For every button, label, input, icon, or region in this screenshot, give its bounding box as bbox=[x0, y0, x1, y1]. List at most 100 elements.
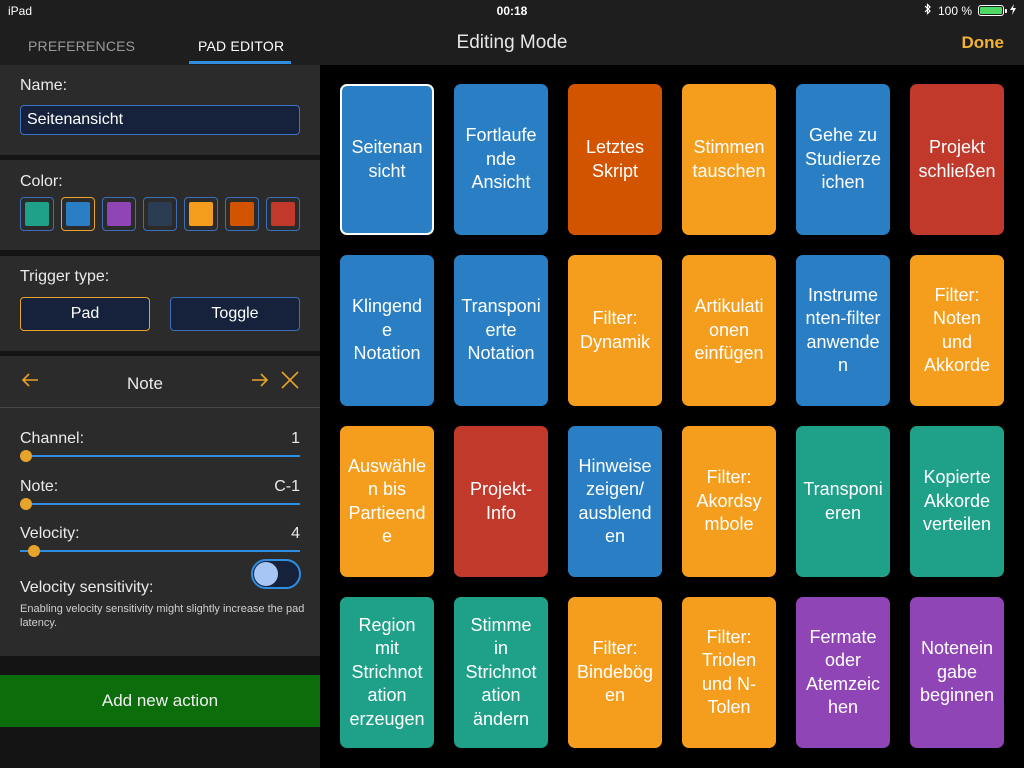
pad-label-line: Ansicht bbox=[471, 172, 531, 193]
color-swatch[interactable] bbox=[102, 197, 136, 231]
pad-button[interactable]: Fortlaufe nde Ansicht bbox=[454, 84, 548, 235]
pad-button[interactable]: Letztes Skript bbox=[568, 84, 662, 235]
pad-label: Gehe zu Studierze ichen bbox=[805, 124, 881, 195]
color-swatch[interactable] bbox=[225, 197, 259, 231]
pad-button[interactable]: Filter: Dynamik bbox=[568, 255, 662, 406]
pad-label-line: anwende bbox=[806, 331, 880, 352]
pad-label-line: n bis bbox=[367, 479, 406, 499]
trigger-toggle-button[interactable]: Toggle bbox=[170, 297, 300, 331]
pad-label-line: erte bbox=[485, 319, 517, 340]
note-label: Note: bbox=[20, 478, 59, 495]
pad-label-line: Filter: bbox=[934, 284, 980, 305]
pad-label-line: in bbox=[493, 638, 508, 659]
pad-label: Filter: Akordsy mbole bbox=[696, 466, 761, 537]
done-button[interactable]: Done bbox=[962, 33, 1005, 53]
note-knob[interactable] bbox=[20, 498, 32, 510]
pad-button[interactable]: Region mit Strichnot ation erzeugen bbox=[340, 597, 434, 748]
channel-value: 1 bbox=[291, 430, 300, 447]
name-section: Name: bbox=[0, 65, 320, 155]
pad-button[interactable]: Transponi eren bbox=[796, 426, 890, 577]
arrow-right-icon[interactable] bbox=[250, 370, 270, 396]
pad-label-line: Filter: bbox=[592, 638, 638, 659]
color-swatch-fill bbox=[189, 202, 213, 226]
page-title: Editing Mode bbox=[456, 32, 568, 53]
trigger-section: Trigger type: Pad Toggle bbox=[0, 256, 320, 351]
tab-pad-editor[interactable]: PAD EDITOR bbox=[198, 38, 284, 54]
pad-button[interactable]: Filter: Noten und Akkorde bbox=[910, 255, 1004, 406]
battery-icon bbox=[978, 5, 1007, 16]
pad-button[interactable]: Hinweise zeigen/ausblend en bbox=[568, 426, 662, 577]
pad-label-line: Notenein bbox=[920, 638, 994, 659]
pad-label-line: Info bbox=[485, 502, 516, 523]
pad-button[interactable]: Instrume nten-filter anwende n bbox=[796, 255, 890, 406]
pad-button[interactable]: Auswähle n bis Partieend e bbox=[340, 426, 434, 577]
color-swatch[interactable] bbox=[184, 197, 218, 231]
pad-button[interactable]: Filter: Akordsy mbole bbox=[682, 426, 776, 577]
pad-label-line: Projekt- bbox=[469, 479, 532, 499]
pad-label-line: Gehe zu bbox=[808, 125, 878, 146]
add-new-action-button[interactable]: Add new action bbox=[0, 675, 320, 727]
pad-label-line: Partieend bbox=[348, 502, 426, 523]
pad-label-line: nde bbox=[485, 148, 517, 169]
pad-label: Kopierte Akkorde verteilen bbox=[923, 466, 991, 537]
color-swatch[interactable] bbox=[61, 197, 95, 231]
color-section: Color: bbox=[0, 160, 320, 250]
pad-button[interactable]: Stimme in Strichnot ation ändern bbox=[454, 597, 548, 748]
pad-label: Instrume nten-filter anwende n bbox=[805, 284, 880, 378]
action-title: Note bbox=[127, 374, 163, 393]
color-swatch-fill bbox=[107, 202, 131, 226]
color-swatch-fill bbox=[271, 202, 295, 226]
pad-label: Filter: Dynamik bbox=[580, 307, 650, 354]
pad-button[interactable]: Transponi erte Notation bbox=[454, 255, 548, 406]
tab-preferences[interactable]: PREFERENCES bbox=[28, 38, 135, 54]
channel-track[interactable] bbox=[20, 455, 300, 457]
pad-label: Seitenan sicht bbox=[351, 136, 422, 183]
channel-knob[interactable] bbox=[20, 450, 32, 462]
pad-label: Filter: Bindebög en bbox=[577, 637, 653, 708]
velocity-knob[interactable] bbox=[28, 545, 41, 557]
pad-button[interactable]: Klingend e Notation bbox=[340, 255, 434, 406]
velocity-track[interactable] bbox=[20, 550, 300, 552]
navigation-bar: PREFERENCES PAD EDITOR Editing Mode Done bbox=[0, 20, 1024, 65]
color-swatch[interactable] bbox=[266, 197, 300, 231]
pad-label-line: Strichnot bbox=[351, 661, 423, 682]
pad-button[interactable]: Kopierte Akkorde verteilen bbox=[910, 426, 1004, 577]
pad-label-line: ändern bbox=[472, 708, 530, 729]
pad-button[interactable]: Projekt- Info bbox=[454, 426, 548, 577]
pad-button[interactable]: Fermate oder Atemzeic hen bbox=[796, 597, 890, 748]
pad-label: Fermate oder Atemzeic hen bbox=[806, 626, 880, 720]
trigger-pad-button[interactable]: Pad bbox=[20, 297, 150, 331]
pad-label: Projekt- Info bbox=[470, 478, 532, 525]
pad-button[interactable]: Stimmen tauschen bbox=[682, 84, 776, 235]
pad-label-line: Noten bbox=[932, 308, 982, 328]
pad-label-line: sicht bbox=[368, 160, 406, 181]
pad-label-line: schließen bbox=[918, 160, 996, 181]
pad-button[interactable]: Artikulati onen einfügen bbox=[682, 255, 776, 406]
pad-label-line: Transponi bbox=[803, 479, 883, 499]
note-track[interactable] bbox=[20, 503, 300, 505]
pad-button[interactable]: Filter: Bindebög en bbox=[568, 597, 662, 748]
color-swatch[interactable] bbox=[20, 197, 54, 231]
note-value: C-1 bbox=[274, 478, 300, 495]
velocity-sensitivity-toggle[interactable] bbox=[251, 559, 301, 589]
pad-label-line: und N- bbox=[701, 673, 756, 694]
close-icon[interactable] bbox=[280, 370, 300, 396]
pad-button[interactable]: Projekt schließen bbox=[910, 84, 1004, 235]
pad-button[interactable]: Notenein gabe beginnen bbox=[910, 597, 1004, 748]
pad-button[interactable]: Seitenan sicht bbox=[340, 84, 434, 235]
pad-button[interactable]: Filter: Triolen und N- Tolen bbox=[682, 597, 776, 748]
pad-label-line: mbole bbox=[704, 514, 754, 535]
pad-label-line: Letztes bbox=[585, 137, 645, 157]
pad-button[interactable]: Gehe zu Studierze ichen bbox=[796, 84, 890, 235]
pad-label-line: Filter: bbox=[706, 467, 752, 488]
pad-label-line: Filter: bbox=[592, 308, 638, 328]
name-input[interactable] bbox=[20, 105, 300, 135]
pad-label: Stimmen tauschen bbox=[692, 136, 765, 183]
pad-label-line: Stimme bbox=[470, 614, 532, 635]
status-bar: iPad 00:18 100 % bbox=[0, 0, 1024, 20]
pad-label-line: Auswähle bbox=[347, 455, 427, 476]
pad-label: Hinweise zeigen/ausblend en bbox=[578, 455, 651, 549]
pad-label-line: zeigen/ bbox=[585, 479, 645, 499]
pad-label-line: Stimmen bbox=[693, 137, 765, 157]
color-swatch[interactable] bbox=[143, 197, 177, 231]
